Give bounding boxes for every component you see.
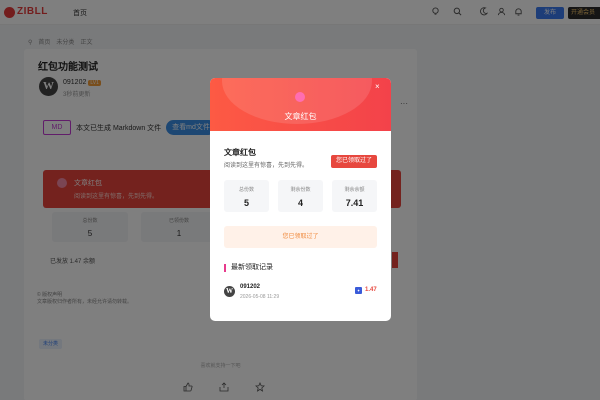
stat-value: 4 [297, 198, 303, 208]
redpacket-flower-icon [295, 92, 305, 102]
modal-stat-total: 总份数 5 [224, 180, 269, 212]
record-badge-icon: ✦ [355, 287, 362, 294]
stat-label: 剩余份数 [290, 187, 311, 193]
redpacket-modal: 文章红包 × 文章红包 阅读到这里有惊喜，先到先得。 您已领取过了 总份数 5 … [210, 78, 391, 321]
close-icon[interactable]: × [375, 83, 380, 91]
records-title: 最新领取记录 [224, 264, 273, 272]
modal-desc: 阅读到这里有惊喜，先到先得。 [224, 163, 309, 169]
stat-label: 总份数 [238, 187, 254, 193]
claimed-notice: 您已领取过了 [224, 226, 377, 248]
stat-value: 7.41 [345, 198, 364, 208]
stat-value: 5 [243, 198, 249, 208]
stat-label: 剩余余额 [344, 187, 365, 193]
modal-title: 文章红包 [224, 148, 256, 157]
modal-stat-remaining: 剩余份数 4 [278, 180, 323, 212]
claimed-badge: 您已领取过了 [331, 155, 377, 168]
modal-header: 文章红包 × [210, 78, 391, 131]
record-avatar[interactable]: W [224, 286, 235, 297]
record-time: 2026-05-08 11:29 [240, 294, 280, 300]
record-amount: 1.47 [365, 287, 377, 293]
modal-header-title: 文章红包 [284, 112, 317, 121]
modal-stat-balance: 剩余余额 7.41 [332, 180, 377, 212]
record-name[interactable]: 091202 [240, 284, 260, 290]
